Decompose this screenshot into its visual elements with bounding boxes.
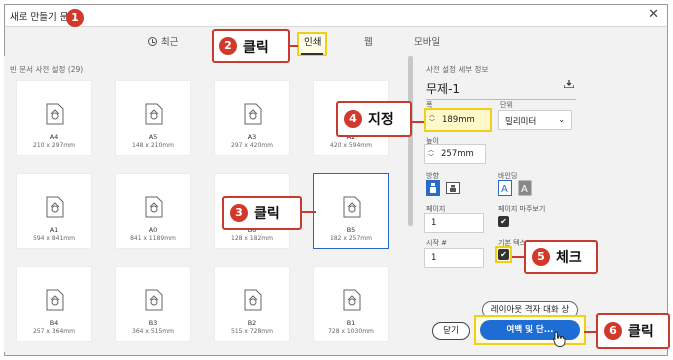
preset-name: B1 <box>346 319 356 327</box>
preset-dims: 515 x 728mm <box>231 328 273 335</box>
callout-5-text: 체크 <box>556 250 582 266</box>
preset-section-label: 빈 문서 사전 설정 (29) <box>10 65 84 74</box>
start-page-value: 1 <box>431 253 437 263</box>
start-page-label: 시작 # <box>426 239 447 247</box>
preset-card-a3[interactable]: A3 297 x 420mm <box>214 80 290 156</box>
tab-print[interactable]: 인쇄 <box>304 34 321 48</box>
category-tabs: 최근 인쇄 웹 모바일 <box>0 26 673 52</box>
preset-dims: 420 x 594mm <box>330 142 372 149</box>
tab-mobile[interactable]: 모바일 <box>414 34 440 48</box>
preset-name: B4 <box>49 319 59 327</box>
preset-dims: 182 x 257mm <box>330 235 372 242</box>
preset-name: B3 <box>148 319 158 327</box>
document-icon <box>46 103 64 125</box>
callout-6-badge: 6 <box>604 322 622 340</box>
binding-right-icon[interactable]: A <box>518 180 532 196</box>
pages-field[interactable]: 1 <box>424 213 484 233</box>
document-icon <box>244 289 262 311</box>
preset-dims: 148 x 210mm <box>132 142 174 149</box>
callout-4-connector <box>410 121 424 123</box>
binding-left-icon[interactable]: A <box>498 180 512 196</box>
document-icon <box>145 289 163 311</box>
preset-name: B5 <box>346 226 356 234</box>
unit-select[interactable]: 밀리미터 ⌄ <box>498 110 572 130</box>
preset-name-field[interactable]: 무제-1 <box>426 80 576 100</box>
tab-web[interactable]: 웹 <box>364 34 373 48</box>
unit-label: 단위 <box>500 101 513 109</box>
portrait-icon[interactable] <box>426 180 440 196</box>
primary-text-frame-checkbox[interactable]: ✔ <box>498 249 509 260</box>
preset-card-a5[interactable]: A5 148 x 210mm <box>115 80 191 156</box>
preset-card-a0[interactable]: A0 841 x 1189mm <box>115 173 191 249</box>
preset-card-b1[interactable]: B1 728 x 1030mm <box>313 266 389 342</box>
start-page-field[interactable]: 1 <box>424 248 484 268</box>
preset-dims: 728 x 1030mm <box>328 328 374 335</box>
preset-scrollbar[interactable] <box>408 56 413 226</box>
close-icon[interactable]: ✕ <box>648 7 659 22</box>
document-icon <box>145 196 163 218</box>
preset-dims: 257 x 364mm <box>33 328 75 335</box>
save-preset-icon[interactable] <box>564 80 574 88</box>
document-icon <box>343 289 361 311</box>
tab-recent[interactable]: 최근 <box>148 34 178 48</box>
active-tab-underline <box>301 53 323 55</box>
close-button[interactable]: 닫기 <box>432 322 470 340</box>
callout-3-connector <box>300 211 316 213</box>
height-stepper-icon[interactable]: ︿ ﹀ <box>428 147 434 161</box>
preset-name: A1 <box>49 226 59 234</box>
svg-text:A: A <box>521 184 528 195</box>
preset-card-b2[interactable]: B2 515 x 728mm <box>214 266 290 342</box>
svg-text:A: A <box>501 184 508 195</box>
height-field[interactable]: ︿ ﹀ 257mm <box>424 144 486 164</box>
document-icon <box>343 196 361 218</box>
preset-card-a4[interactable]: A4 210 x 297mm <box>16 80 92 156</box>
pages-value: 1 <box>431 218 437 228</box>
preset-card-b4[interactable]: B4 257 x 364mm <box>16 266 92 342</box>
preset-name: A0 <box>148 226 158 234</box>
callout-2-badge: 2 <box>219 37 237 55</box>
callout-6-text: 클릭 <box>628 324 654 340</box>
document-icon <box>145 103 163 125</box>
unit-value: 밀리미터 <box>505 117 537 127</box>
callout-1-badge: 1 <box>66 9 84 27</box>
callout-2-text: 클릭 <box>243 40 269 56</box>
width-field[interactable]: ︿ ﹀ 189mm <box>424 108 492 132</box>
hand-cursor-icon <box>553 331 566 347</box>
document-icon <box>46 289 64 311</box>
title-bar: 새로 만들기 문서 ✕ <box>5 5 667 27</box>
height-value: 257mm <box>441 149 474 159</box>
document-icon <box>244 103 262 125</box>
clock-icon <box>148 37 157 46</box>
preset-name: A3 <box>247 133 257 141</box>
width-stepper-icon[interactable]: ︿ ﹀ <box>429 112 435 126</box>
preset-name: B2 <box>247 319 257 327</box>
preset-name: A5 <box>148 133 158 141</box>
facing-pages-label: 페이지 마주보기 <box>498 205 546 213</box>
document-icon <box>46 196 64 218</box>
callout-4-badge: 4 <box>344 110 362 128</box>
preset-dims: 128 x 182mm <box>231 235 273 242</box>
preset-card-b5[interactable]: B5 182 x 257mm <box>313 173 389 249</box>
preset-dims: 841 x 1189mm <box>130 235 176 242</box>
width-value: 189mm <box>442 115 475 125</box>
facing-pages-checkbox[interactable]: ✔ <box>498 216 509 227</box>
preset-dims: 210 x 297mm <box>33 142 75 149</box>
preset-name: A4 <box>49 133 59 141</box>
chevron-down-icon: ⌄ <box>558 115 565 124</box>
preset-card-b3[interactable]: B3 364 x 515mm <box>115 266 191 342</box>
callout-3-text: 클릭 <box>254 206 280 222</box>
callout-3-badge: 3 <box>230 204 248 222</box>
tab-recent-label: 최근 <box>161 37 179 48</box>
preset-dims: 594 x 841mm <box>33 235 75 242</box>
preset-card-a1[interactable]: A1 594 x 841mm <box>16 173 92 249</box>
preset-dims: 364 x 515mm <box>132 328 174 335</box>
preset-dims: 297 x 420mm <box>231 142 273 149</box>
callout-5-badge: 5 <box>532 248 550 266</box>
details-header: 사전 설정 세부 정보 <box>426 65 489 74</box>
landscape-icon[interactable] <box>446 180 460 196</box>
callout-4-text: 지정 <box>368 112 394 128</box>
